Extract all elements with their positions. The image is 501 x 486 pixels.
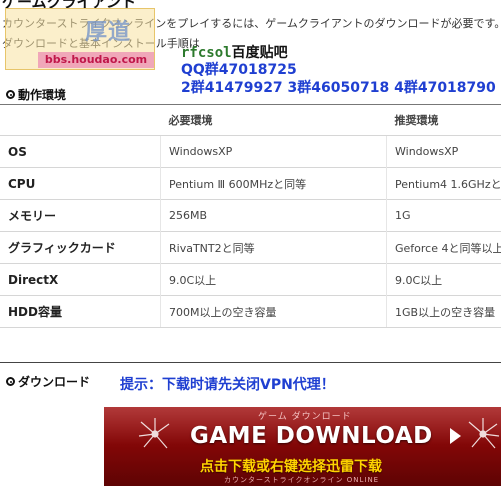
requirements-heading-label: 動作環境 [18,88,67,102]
row-label: CPU [0,167,161,200]
table-row: DirectX 9.0C以上 9.0C以上 [0,263,501,296]
promo-qq-group: QQ群47018725 [181,62,297,78]
play-arrow-icon [450,428,461,444]
section-divider [0,362,501,363]
row-required: WindowsXP [160,135,387,168]
table-row: HDD容量 700M以上の空き容量 1GB以上の空き容量 [0,295,501,328]
row-label: DirectX [0,263,161,296]
row-recommended: Geforce 4と同等以上 [386,231,501,264]
banner-cta: 点击下载或右键选择迅雷下载 [200,459,382,475]
game-download-button[interactable]: ゲーム ダウンロード GAME DOWNLOAD 点击下载或右键选择迅雷下载 カ… [104,407,501,486]
download-heading: ダウンロード [6,373,90,390]
row-required: 256MB [160,199,387,232]
bullet-icon [6,90,15,99]
watermark-url: bbs.houdao.com [38,52,154,68]
table-header-row: 必要環境 推奨環境 [0,104,501,136]
row-recommended: WindowsXP [386,135,501,168]
table-row: CPU Pentium Ⅲ 600MHzと同等 Pentium4 1.6GHzと… [0,167,501,200]
row-required: 700M以上の空き容量 [160,295,387,328]
row-required: Pentium Ⅲ 600MHzと同等 [160,167,387,200]
table-row: メモリー 256MB 1G [0,199,501,232]
row-required: RivaTNT2と同等 [160,231,387,264]
watermark-glyph: 厚道 [85,20,132,45]
glass-crack-icon [466,417,500,451]
column-header-recommended: 推奨環境 [394,113,439,127]
banner-brand: カウンターストライクオンライン ONLINE [224,476,380,484]
column-header [0,104,161,136]
banner-subtitle: ゲーム ダウンロード [258,412,352,422]
download-heading-label: ダウンロード [18,375,91,389]
promo-qq-groups-more: 2群41479927 3群46050718 4群47018790 [181,80,496,96]
row-recommended: 1G [386,199,501,232]
banner-title: GAME DOWNLOAD [190,423,433,449]
vpn-notice: 提示：下载时请先关闭VPN代理！ [120,377,335,393]
table-row: グラフィックカード RivaTNT2と同等 Geforce 4と同等以上 [0,231,501,264]
bullet-icon [6,377,15,386]
row-label: HDD容量 [0,295,161,328]
requirements-heading: 動作環境 [6,86,66,103]
row-label: OS [0,135,161,168]
row-label: グラフィックカード [0,231,161,264]
glass-crack-icon [138,417,172,451]
row-recommended: Pentium4 1.6GHzと同等 [386,167,501,200]
row-label: メモリー [0,199,161,232]
column-header-required: 必要環境 [168,113,213,127]
table-row: OS WindowsXP WindowsXP [0,135,501,168]
row-recommended: 9.0C以上 [386,263,501,296]
row-required: 9.0C以上 [160,263,387,296]
requirements-table: 必要環境 推奨環境 OS WindowsXP WindowsXP CPU Pen… [0,104,501,328]
row-recommended: 1GB以上の空き容量 [386,295,501,328]
